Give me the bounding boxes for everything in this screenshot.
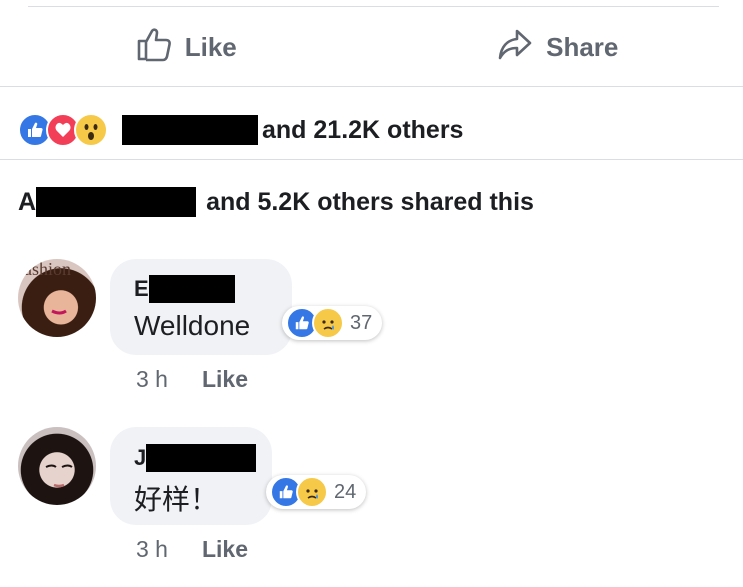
action-divider <box>0 86 743 87</box>
reactions-count-text: and 21.2K others <box>262 115 464 144</box>
avatar[interactable]: ashion <box>18 259 96 337</box>
redacted-name <box>148 275 235 303</box>
svg-text:ashion: ashion <box>24 259 71 279</box>
redacted-name <box>146 444 257 472</box>
redacted-name <box>36 187 197 217</box>
redacted-name <box>122 115 258 145</box>
reaction-count: 24 <box>334 480 357 503</box>
comment-meta: 3 h Like <box>136 536 248 563</box>
comment-text: Welldone <box>134 310 251 341</box>
post-action-bar: Like Share <box>0 8 743 86</box>
share-button-label: Share <box>546 31 619 62</box>
comment-timestamp[interactable]: 3 h <box>136 366 168 393</box>
comment-text: 好样！ <box>134 484 219 515</box>
reaction-count: 37 <box>350 311 373 334</box>
sad-reaction-icon <box>296 476 328 508</box>
like-button[interactable]: Like <box>0 8 372 86</box>
reactions-divider <box>0 159 743 160</box>
share-button[interactable]: Share <box>372 8 743 86</box>
comment-like-link[interactable]: Like <box>202 366 248 393</box>
sad-reaction-icon <box>312 307 344 339</box>
shares-prefix: A <box>18 187 37 216</box>
comment-like-link[interactable]: Like <box>202 536 248 563</box>
reactions-summary[interactable]: and 21.2K others <box>18 108 463 152</box>
wow-reaction-icon <box>74 113 108 147</box>
share-arrow-icon <box>496 25 534 70</box>
shares-summary[interactable]: A and 5.2K others shared this <box>18 180 534 224</box>
thumbs-up-icon <box>135 25 173 70</box>
comment-timestamp[interactable]: 3 h <box>136 536 168 563</box>
comment-reactions[interactable]: 24 <box>266 475 367 509</box>
author-initial: E <box>134 276 149 301</box>
author-initial: J <box>134 445 147 470</box>
shares-count-text: and 5.2K others shared this <box>206 187 534 216</box>
avatar[interactable] <box>18 427 96 505</box>
comment-meta: 3 h Like <box>136 366 248 393</box>
like-button-label: Like <box>184 31 237 62</box>
comment-author[interactable]: J <box>134 444 257 472</box>
comment-reactions[interactable]: 37 <box>282 306 383 340</box>
top-divider <box>28 6 719 7</box>
comment-author[interactable]: E <box>134 275 235 303</box>
